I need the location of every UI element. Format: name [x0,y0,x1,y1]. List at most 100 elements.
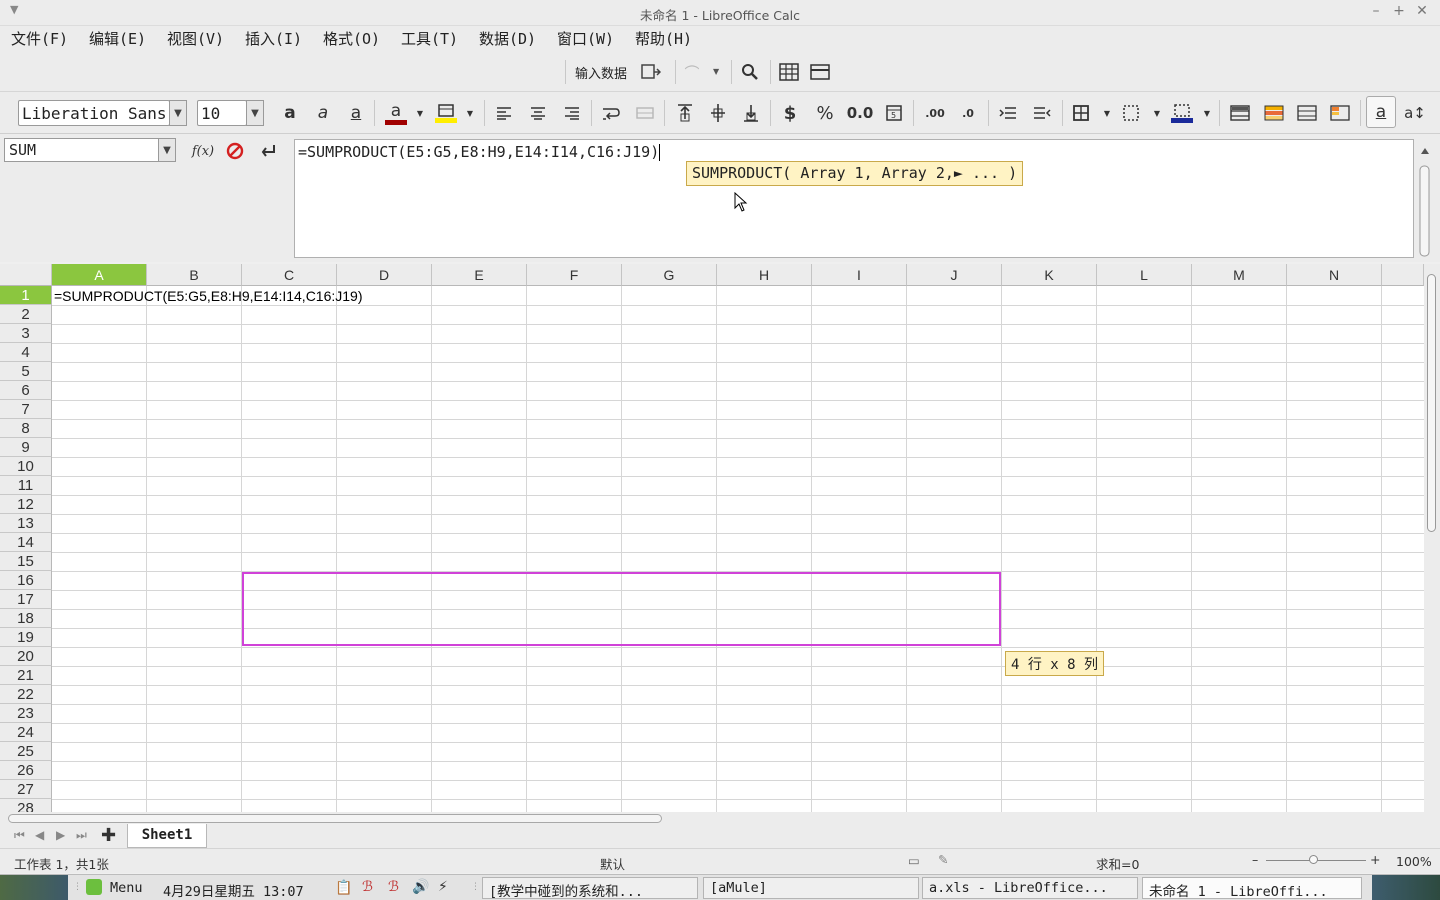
row-header[interactable]: 7 [0,400,52,419]
highlight-color-icon[interactable] [433,98,459,128]
row-header[interactable]: 10 [0,457,52,476]
row-header[interactable]: 13 [0,514,52,533]
vertical-scrollbar-thumb[interactable] [1427,274,1436,532]
mint-menu-icon[interactable] [86,879,102,895]
row-header[interactable]: 16 [0,571,52,590]
border-color-icon[interactable] [1169,98,1195,128]
borders-icon[interactable] [1070,100,1092,126]
column-header[interactable]: L [1097,264,1192,286]
row-header[interactable]: 21 [0,666,52,685]
border-style-icon[interactable] [1120,100,1142,126]
font-size-field[interactable]: 10 [197,100,247,126]
maximize-icon[interactable]: + [1390,3,1408,19]
color-scale-icon[interactable] [1262,100,1286,126]
row-header[interactable]: 18 [0,609,52,628]
merge-cells-icon[interactable] [634,100,656,126]
font-color-icon[interactable]: a [383,98,409,128]
row-header[interactable]: 19 [0,628,52,647]
row-header[interactable]: 17 [0,590,52,609]
row-header[interactable]: 3 [0,324,52,343]
column-header[interactable]: D [337,264,432,286]
align-bottom-icon[interactable] [740,100,762,126]
menu-window[interactable]: 窗口(W) [557,28,614,49]
menu-file[interactable]: 文件(F) [11,28,68,49]
prev-sheet-icon[interactable]: ◀ [35,828,44,842]
clipboard-icon[interactable]: 📋 [335,880,352,896]
align-middle-icon[interactable] [707,100,729,126]
minimize-icon[interactable]: – [1367,3,1385,19]
row-header[interactable]: 27 [0,780,52,799]
app-tray-icon-2[interactable]: ℬ [388,879,399,895]
column-header[interactable]: J [907,264,1002,286]
formula-input[interactable]: =SUMPRODUCT(E5:G5,E8:H9,E14:I14,C16:J19) [294,139,1414,258]
align-right-icon[interactable] [561,100,583,126]
column-header[interactable]: M [1192,264,1287,286]
number-format-icon[interactable]: 0.0 [845,100,875,126]
align-left-icon[interactable] [493,100,515,126]
currency-format-icon[interactable]: $ [778,100,802,126]
add-sheet-icon[interactable]: ✚ [101,825,116,846]
row-header[interactable]: 5 [0,362,52,381]
menu-tools[interactable]: 工具(T) [401,28,458,49]
column-header[interactable]: B [147,264,242,286]
borders-dropdown-icon[interactable]: ▼ [1101,100,1113,126]
first-sheet-icon[interactable]: ⏮ [14,828,25,843]
formula-scrollbar[interactable] [1417,140,1433,260]
increase-indent-icon[interactable] [997,100,1019,126]
page-style[interactable]: 默认 [600,854,625,873]
font-color-dropdown-icon[interactable]: ▼ [414,100,426,126]
column-header[interactable]: G [622,264,717,286]
horizontal-scrollbar-thumb[interactable] [8,814,662,823]
data-bar-icon[interactable] [1295,100,1319,126]
menu-help[interactable]: 帮助(H) [635,28,692,49]
cancel-icon[interactable] [224,140,246,162]
name-box[interactable]: SUM [4,138,162,162]
column-header[interactable] [1382,264,1424,286]
font-name-dropdown-icon[interactable]: ▼ [169,100,187,126]
cell-a1[interactable]: =SUMPRODUCT(E5:G5,E8:H9,E14:I14,C16:J19) [52,287,363,306]
sheet-tab-sheet1[interactable]: Sheet1 [127,824,207,848]
font-name-field[interactable]: Liberation Sans [18,100,170,126]
border-style-dropdown-icon[interactable]: ▼ [1151,100,1163,126]
column-header[interactable]: C [242,264,337,286]
next-sheet-icon[interactable]: ▶ [56,828,65,842]
add-decimal-icon[interactable]: .00 [922,100,948,126]
close-icon[interactable]: ✕ [1413,3,1431,19]
row-header[interactable]: 6 [0,381,52,400]
delete-decimal-icon[interactable]: .0 [955,100,981,126]
horizontal-scrollbar[interactable] [0,812,1440,824]
row-header[interactable]: 28 [0,799,52,812]
column-header[interactable]: I [812,264,907,286]
row-header[interactable]: 12 [0,495,52,514]
vertical-scrollbar[interactable] [1424,264,1440,812]
volume-icon[interactable]: 🔊 [412,879,429,895]
taskbar-window-2[interactable]: [aMule] [703,877,919,899]
accept-icon[interactable] [257,140,279,162]
date-format-icon[interactable]: 5 [882,100,906,126]
taskbar-window-3[interactable]: a.xls - LibreOffice... [922,877,1138,899]
function-wizard-icon[interactable]: f(x) [190,140,216,162]
row-header[interactable]: 25 [0,742,52,761]
clock[interactable]: 4月29日星期五 13:07 [163,880,304,900]
headers-icon[interactable] [808,60,832,84]
row-header[interactable]: 8 [0,419,52,438]
row-header[interactable]: 26 [0,761,52,780]
icon-set-icon[interactable] [1328,100,1352,126]
menu-data[interactable]: 数据(D) [479,28,536,49]
find-icon[interactable] [738,60,762,84]
spreadsheet-grid[interactable]: A B C D E F G H I J K L M N 1 2 3 4 5 6 … [0,264,1424,812]
taskbar-window-1[interactable]: [教学中碰到的系统和... [482,877,698,899]
row-header[interactable]: 4 [0,343,52,362]
text-direction-ttb-icon[interactable]: a↕ [1402,100,1428,126]
highlight-color-dropdown-icon[interactable]: ▼ [464,100,476,126]
row-header[interactable]: 24 [0,723,52,742]
table-grid-icon[interactable] [777,60,801,84]
font-size-dropdown-icon[interactable]: ▼ [246,100,264,126]
row-header[interactable]: 1 [0,286,52,305]
row-header[interactable]: 20 [0,647,52,666]
column-header[interactable]: E [432,264,527,286]
column-header[interactable]: N [1287,264,1382,286]
app-tray-icon[interactable]: ℬ [362,879,373,895]
menu-insert[interactable]: 插入(I) [245,28,302,49]
column-header[interactable]: F [527,264,622,286]
